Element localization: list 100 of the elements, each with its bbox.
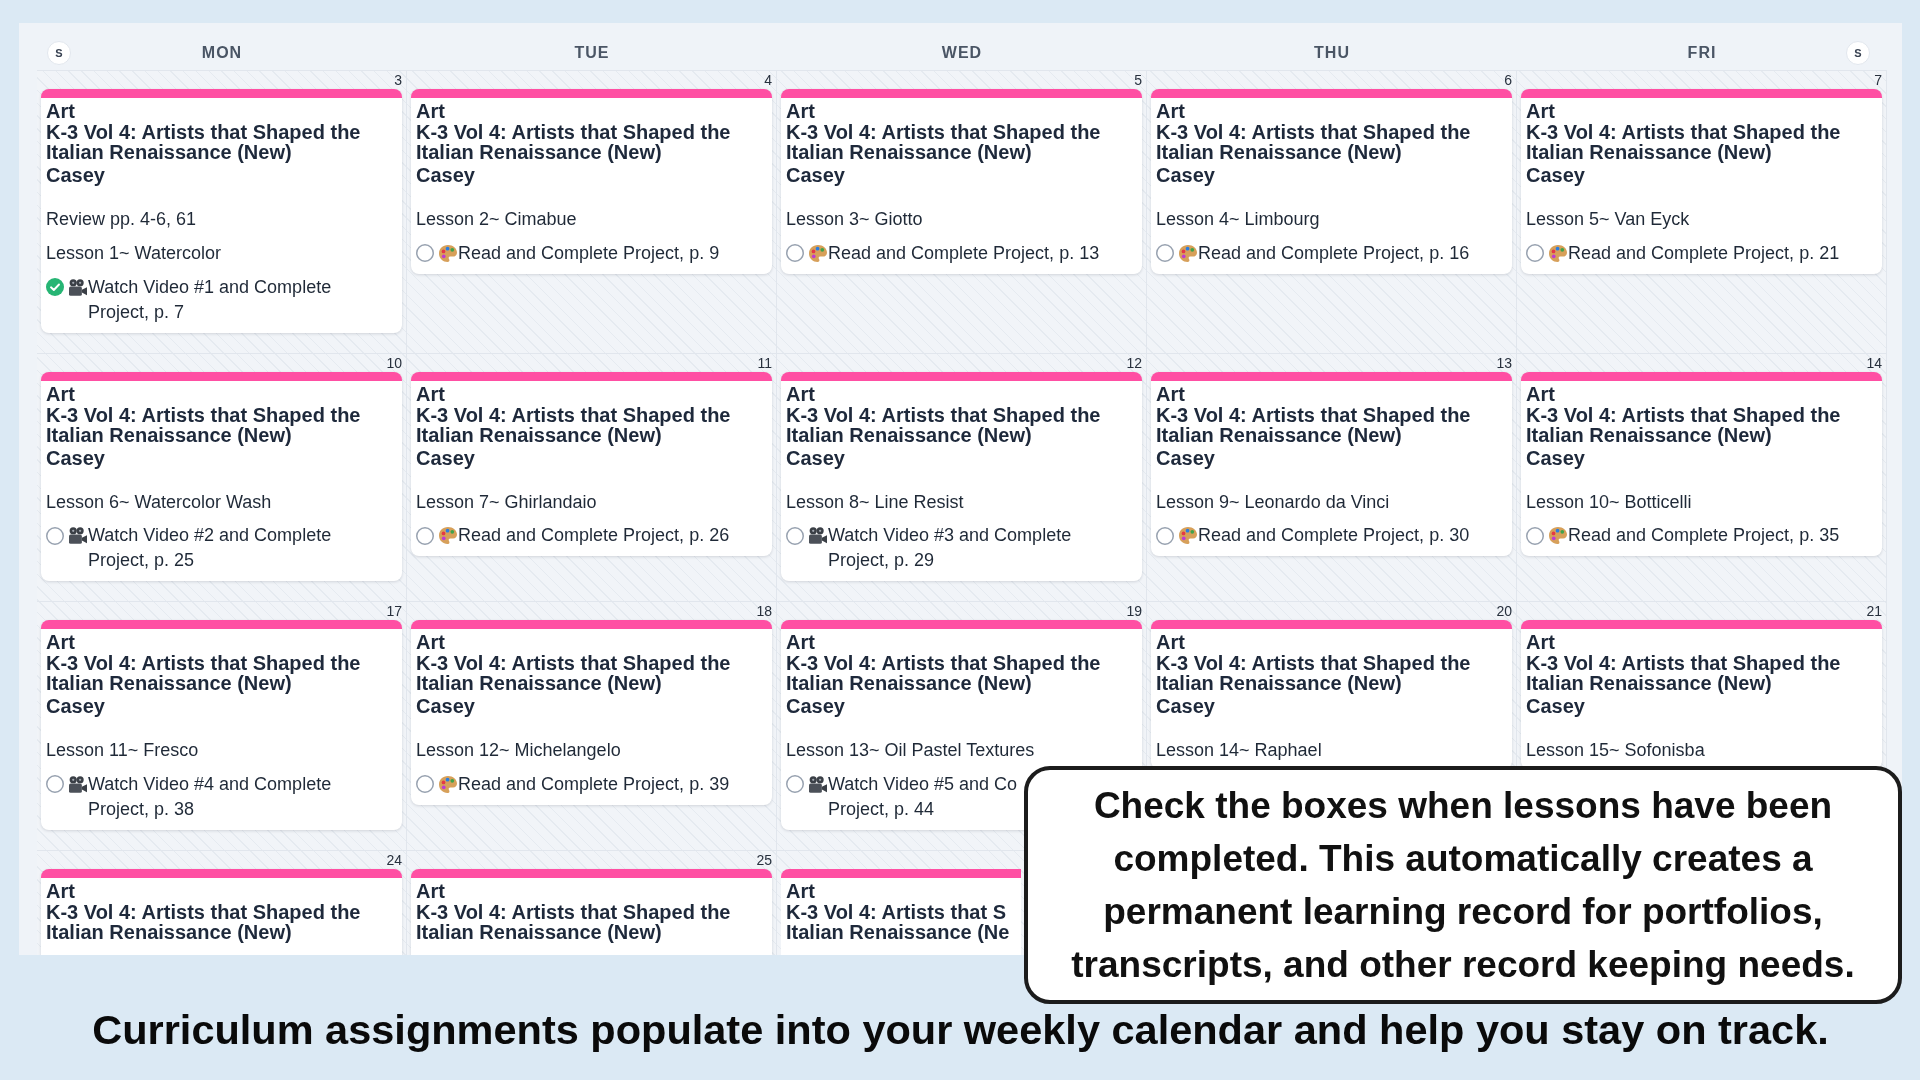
lesson-note: Lesson 13~ Oil Pastel Textures xyxy=(786,739,1035,761)
student-name: Casey xyxy=(46,446,105,469)
subject-label: Art xyxy=(46,101,75,122)
movie-camera-icon xyxy=(809,775,827,793)
subject-label: Art xyxy=(1526,383,1555,405)
task-text: Read and Complete Project, p. 16 xyxy=(1198,241,1470,265)
student-name: Casey xyxy=(786,446,845,469)
task-checkbox[interactable] xyxy=(46,526,64,545)
task-text: Watch Video #3 and Complete Project, p. 29 xyxy=(828,524,1073,572)
course-title: K-3 Vol 4: Artists that S Italian Renaissance (Ne xyxy=(786,901,1010,942)
course-title: K-3 Vol 4: Artists that Shaped the Italian Renaissance (New) xyxy=(1526,653,1842,693)
task-checkbox[interactable] xyxy=(1156,244,1174,262)
course-title: K-3 Vol 4: Artists that Shaped the Italian Renaissance (New) xyxy=(416,122,732,162)
student-name: Casey xyxy=(1526,695,1585,717)
task-checkbox[interactable] xyxy=(46,278,64,296)
subject-label: Art xyxy=(416,632,445,653)
event-card[interactable]: Art K-3 Vol 4: Artists that Shaped the Italian Renaissance (New) xyxy=(41,868,402,955)
subject-label: Art xyxy=(1156,383,1185,405)
event-card[interactable]: Art K-3 Vol 4: Artists that Shaped the Italian Renaissance (New) Casey Lesson 2~ Cimabue Read and Complete Project, p. 9 xyxy=(411,89,772,274)
course-title: K-3 Vol 4: Artists that Shaped the Italian Renaissance (New) xyxy=(1156,122,1472,162)
task-checkbox[interactable] xyxy=(786,244,804,262)
event-card[interactable]: Art K-3 Vol 4: Artists that Shaped the Italian Renaissance (New) Casey Lesson 6~ Watercolor Wash Watch Video #2 and Complete Project, p. 25 xyxy=(41,371,402,581)
day-header: WED xyxy=(941,42,983,63)
lesson-note: Lesson 2~ Cimabue xyxy=(416,208,577,230)
task-checkbox[interactable] xyxy=(416,244,434,262)
event-card[interactable]: Art K-3 Vol 4: Artists that Shaped the Italian Renaissance (New) Casey Lesson 11~ Fresco Watch Video #4 and Complete Project, p. 38 xyxy=(41,620,402,830)
date-number: 24 xyxy=(386,851,402,868)
subject-label: Art xyxy=(1526,101,1555,122)
palette-icon xyxy=(1179,527,1197,544)
task-checkbox[interactable] xyxy=(416,775,434,793)
weekend-toggle[interactable]: S xyxy=(47,40,71,65)
subject-label: Art xyxy=(46,880,75,902)
task-checkbox[interactable] xyxy=(786,526,804,545)
movie-camera-icon xyxy=(69,527,87,544)
student-name: Casey xyxy=(1156,164,1215,186)
palette-icon xyxy=(1549,527,1567,544)
date-number: 13 xyxy=(1496,354,1512,371)
lesson-note: Lesson 9~ Leonardo da Vinci xyxy=(1156,490,1390,513)
student-name: Casey xyxy=(416,695,475,717)
caption-text: Curriculum assignments populate into your weekly calendar and help you stay on track. xyxy=(92,1006,1829,1054)
task-checkbox[interactable] xyxy=(46,775,64,793)
event-card[interactable]: Art K-3 Vol 4: Artists that Shaped the Italian Renaissance (New) Casey Lesson 10~ Botticelli Read and Complete Project, p. 35 xyxy=(1521,371,1882,556)
task-text: Read and Complete Project, p. 13 xyxy=(828,241,1100,265)
date-number: 12 xyxy=(1126,354,1142,371)
lesson-note: Lesson 8~ Line Resist xyxy=(786,490,964,513)
task-text: Watch Video #2 and Complete Project, p. 25 xyxy=(88,524,333,572)
lesson-note: Lesson 11~ Fresco xyxy=(46,739,199,761)
event-card[interactable]: Art K-3 Vol 4: Artists that Shaped the Italian Renaissance (New) Casey Lesson 8~ Line Resist Watch Video #3 and Complete Project, p. 29 xyxy=(781,371,1142,581)
course-title: K-3 Vol 4: Artists that Shaped the Italian Renaissance (New) xyxy=(786,122,1102,162)
task-text: Read and Complete Project, p. 21 xyxy=(1568,241,1840,265)
date-number: 21 xyxy=(1866,603,1882,619)
task-checkbox[interactable] xyxy=(1526,244,1544,262)
subject-label: Art xyxy=(786,632,815,653)
student-name: Casey xyxy=(46,164,105,186)
lesson-note: Lesson 3~ Giotto xyxy=(786,208,923,230)
task-text: Watch Video #4 and Complete Project, p. 38 xyxy=(88,772,333,821)
event-card[interactable]: Art K-3 Vol 4: Artists that Shaped the Italian Renaissance (New) Casey Lesson 14~ Raphael xyxy=(1151,620,1512,769)
lesson-note: Lesson 1~ Watercolor xyxy=(46,242,221,264)
date-number: 3 xyxy=(394,72,402,88)
task-checkbox[interactable] xyxy=(1526,526,1544,545)
course-title: K-3 Vol 4: Artists that Shaped the Italian Renaissance (New) xyxy=(786,653,1102,693)
event-card[interactable]: Art K-3 Vol 4: Artists that Shaped the Italian Renaissance (New) Casey Lesson 4~ Limbourg Read and Complete Project, p. 16 xyxy=(1151,89,1512,274)
event-card[interactable]: Art K-3 Vol 4: Artists that Shaped the Italian Renaissance (New) Casey Review pp. 4-6, 61 Lesson 1~ Watercolor Watch Video #1 and Complete Project, p. 7 xyxy=(41,89,402,333)
day-header: FRI xyxy=(1687,42,1717,63)
course-title: K-3 Vol 4: Artists that Shaped the Italian Renaissance (New) xyxy=(1156,404,1472,445)
event-card[interactable]: Art K-3 Vol 4: Artists that Shaped the Italian Renaissance (New) Casey Lesson 9~ Leonardo da Vinci Read and Complete Project, p. 30 xyxy=(1151,371,1512,556)
event-card[interactable]: Art K-3 Vol 4: Artists that Shaped the Italian Renaissance (New) Casey Lesson 5~ Van Eyck Read and Complete Project, p. 21 xyxy=(1521,89,1882,274)
course-title: K-3 Vol 4: Artists that Shaped the Italian Renaissance (New) xyxy=(1156,653,1472,693)
day-header: MON xyxy=(201,42,243,63)
course-title: K-3 Vol 4: Artists that Shaped the Italian Renaissance (New) xyxy=(416,653,732,693)
task-checkbox[interactable] xyxy=(416,526,434,545)
event-card[interactable]: Art K-3 Vol 4: Artists that Shaped the Italian Renaissance (New) Casey Lesson 3~ Giotto Read and Complete Project, p. 13 xyxy=(781,89,1142,274)
date-number: 17 xyxy=(386,603,402,619)
lesson-note: Lesson 4~ Limbourg xyxy=(1156,208,1320,230)
lesson-note: Lesson 15~ Sofonisba xyxy=(1526,739,1705,761)
date-number: 14 xyxy=(1866,354,1882,371)
student-name: Casey xyxy=(786,695,845,717)
lesson-note: Lesson 6~ Watercolor Wash xyxy=(46,490,272,513)
subject-label: Art xyxy=(786,101,815,122)
date-number: 25 xyxy=(756,851,772,868)
weekend-toggle[interactable]: S xyxy=(1846,40,1870,65)
student-name: Casey xyxy=(416,446,475,469)
task-checkbox[interactable] xyxy=(786,775,804,793)
event-card[interactable]: Art K-3 Vol 4: Artists that Shaped the Italian Renaissance (New) Casey Lesson 15~ Sofonisba xyxy=(1521,620,1882,769)
subject-label: Art xyxy=(786,383,815,405)
course-title: K-3 Vol 4: Artists that Shaped the Italian Renaissance (New) xyxy=(786,404,1102,445)
student-name: Casey xyxy=(416,164,475,186)
event-card[interactable]: Art K-3 Vol 4: Artists that S Italian Renaissance (Ne xyxy=(781,868,1021,955)
day-header: TUE xyxy=(574,42,610,63)
subject-label: Art xyxy=(416,101,445,122)
event-card[interactable]: Art K-3 Vol 4: Artists that Shaped the Italian Renaissance (New) Casey Lesson 12~ Michelangelo Read and Complete Project, p. 39 xyxy=(411,620,772,805)
subject-label: Art xyxy=(46,632,75,653)
date-number: 20 xyxy=(1496,603,1512,619)
task-text: Read and Complete Project, p. 30 xyxy=(1198,524,1470,547)
date-number: 7 xyxy=(1874,72,1882,88)
task-checkbox[interactable] xyxy=(1156,526,1174,545)
palette-icon xyxy=(1179,244,1197,262)
event-card[interactable]: Art K-3 Vol 4: Artists that Shaped the Italian Renaissance (New) xyxy=(411,868,772,955)
date-number: 11 xyxy=(757,354,772,371)
event-card[interactable]: Art K-3 Vol 4: Artists that Shaped the Italian Renaissance (New) Casey Lesson 7~ Ghirlandaio Read and Complete Project, p. 26 xyxy=(411,371,772,556)
